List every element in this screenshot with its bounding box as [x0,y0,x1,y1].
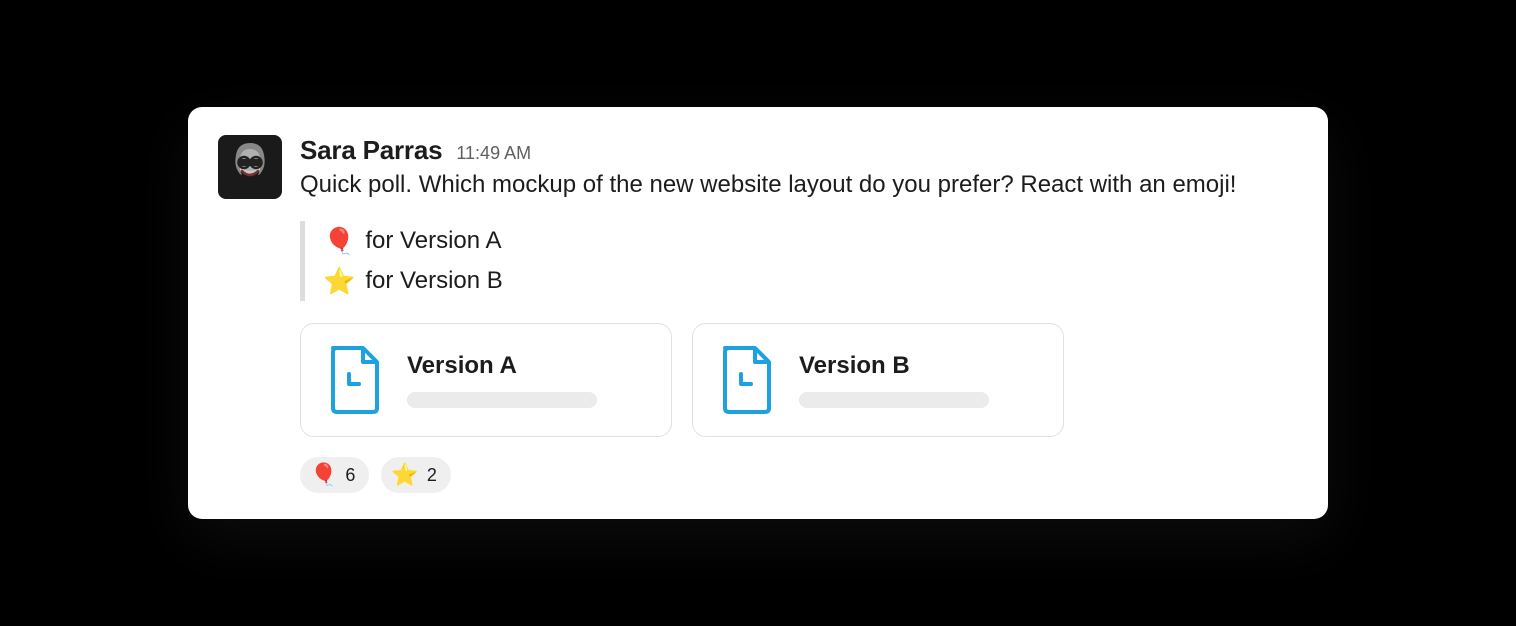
poll-options-block: 🎈 for Version A ⭐ for Version B [300,221,1298,302]
author-name[interactable]: Sara Parras [300,135,442,166]
reaction-star[interactable]: ⭐ 2 [381,457,450,493]
attachments-row: Version A Version B [300,323,1298,437]
balloon-icon: 🎈 [310,462,337,488]
reactions-row: 🎈 6 ⭐ 2 [300,457,1298,493]
file-icon [717,344,775,416]
message-card: Sara Parras 11:49 AM Quick poll. Which m… [188,107,1328,519]
reaction-count: 6 [345,465,355,486]
avatar-image [218,135,282,199]
poll-option: 🎈 for Version A [323,221,1298,261]
file-attachment[interactable]: Version B [692,323,1064,437]
poll-option: ⭐ for Version B [323,261,1298,301]
star-icon: ⭐ [323,261,355,301]
message-row: Sara Parras 11:49 AM Quick poll. Which m… [218,135,1298,493]
reaction-balloon[interactable]: 🎈 6 [300,457,369,493]
star-icon: ⭐ [391,462,418,488]
attachment-body: Version B [799,352,1039,408]
poll-option-label: for Version A [365,222,501,259]
balloon-icon: 🎈 [323,221,355,261]
message-body: Sara Parras 11:49 AM Quick poll. Which m… [300,135,1298,493]
avatar[interactable] [218,135,282,199]
file-icon [325,344,383,416]
poll-option-label: for Version B [365,262,502,299]
attachment-title: Version A [407,352,647,380]
timestamp: 11:49 AM [456,143,531,164]
attachment-meta-placeholder [407,392,597,408]
file-attachment[interactable]: Version A [300,323,672,437]
attachment-title: Version B [799,352,1039,380]
attachment-meta-placeholder [799,392,989,408]
message-header: Sara Parras 11:49 AM [300,135,1298,166]
message-text: Quick poll. Which mockup of the new webs… [300,168,1298,203]
reaction-count: 2 [427,465,437,486]
attachment-body: Version A [407,352,647,408]
